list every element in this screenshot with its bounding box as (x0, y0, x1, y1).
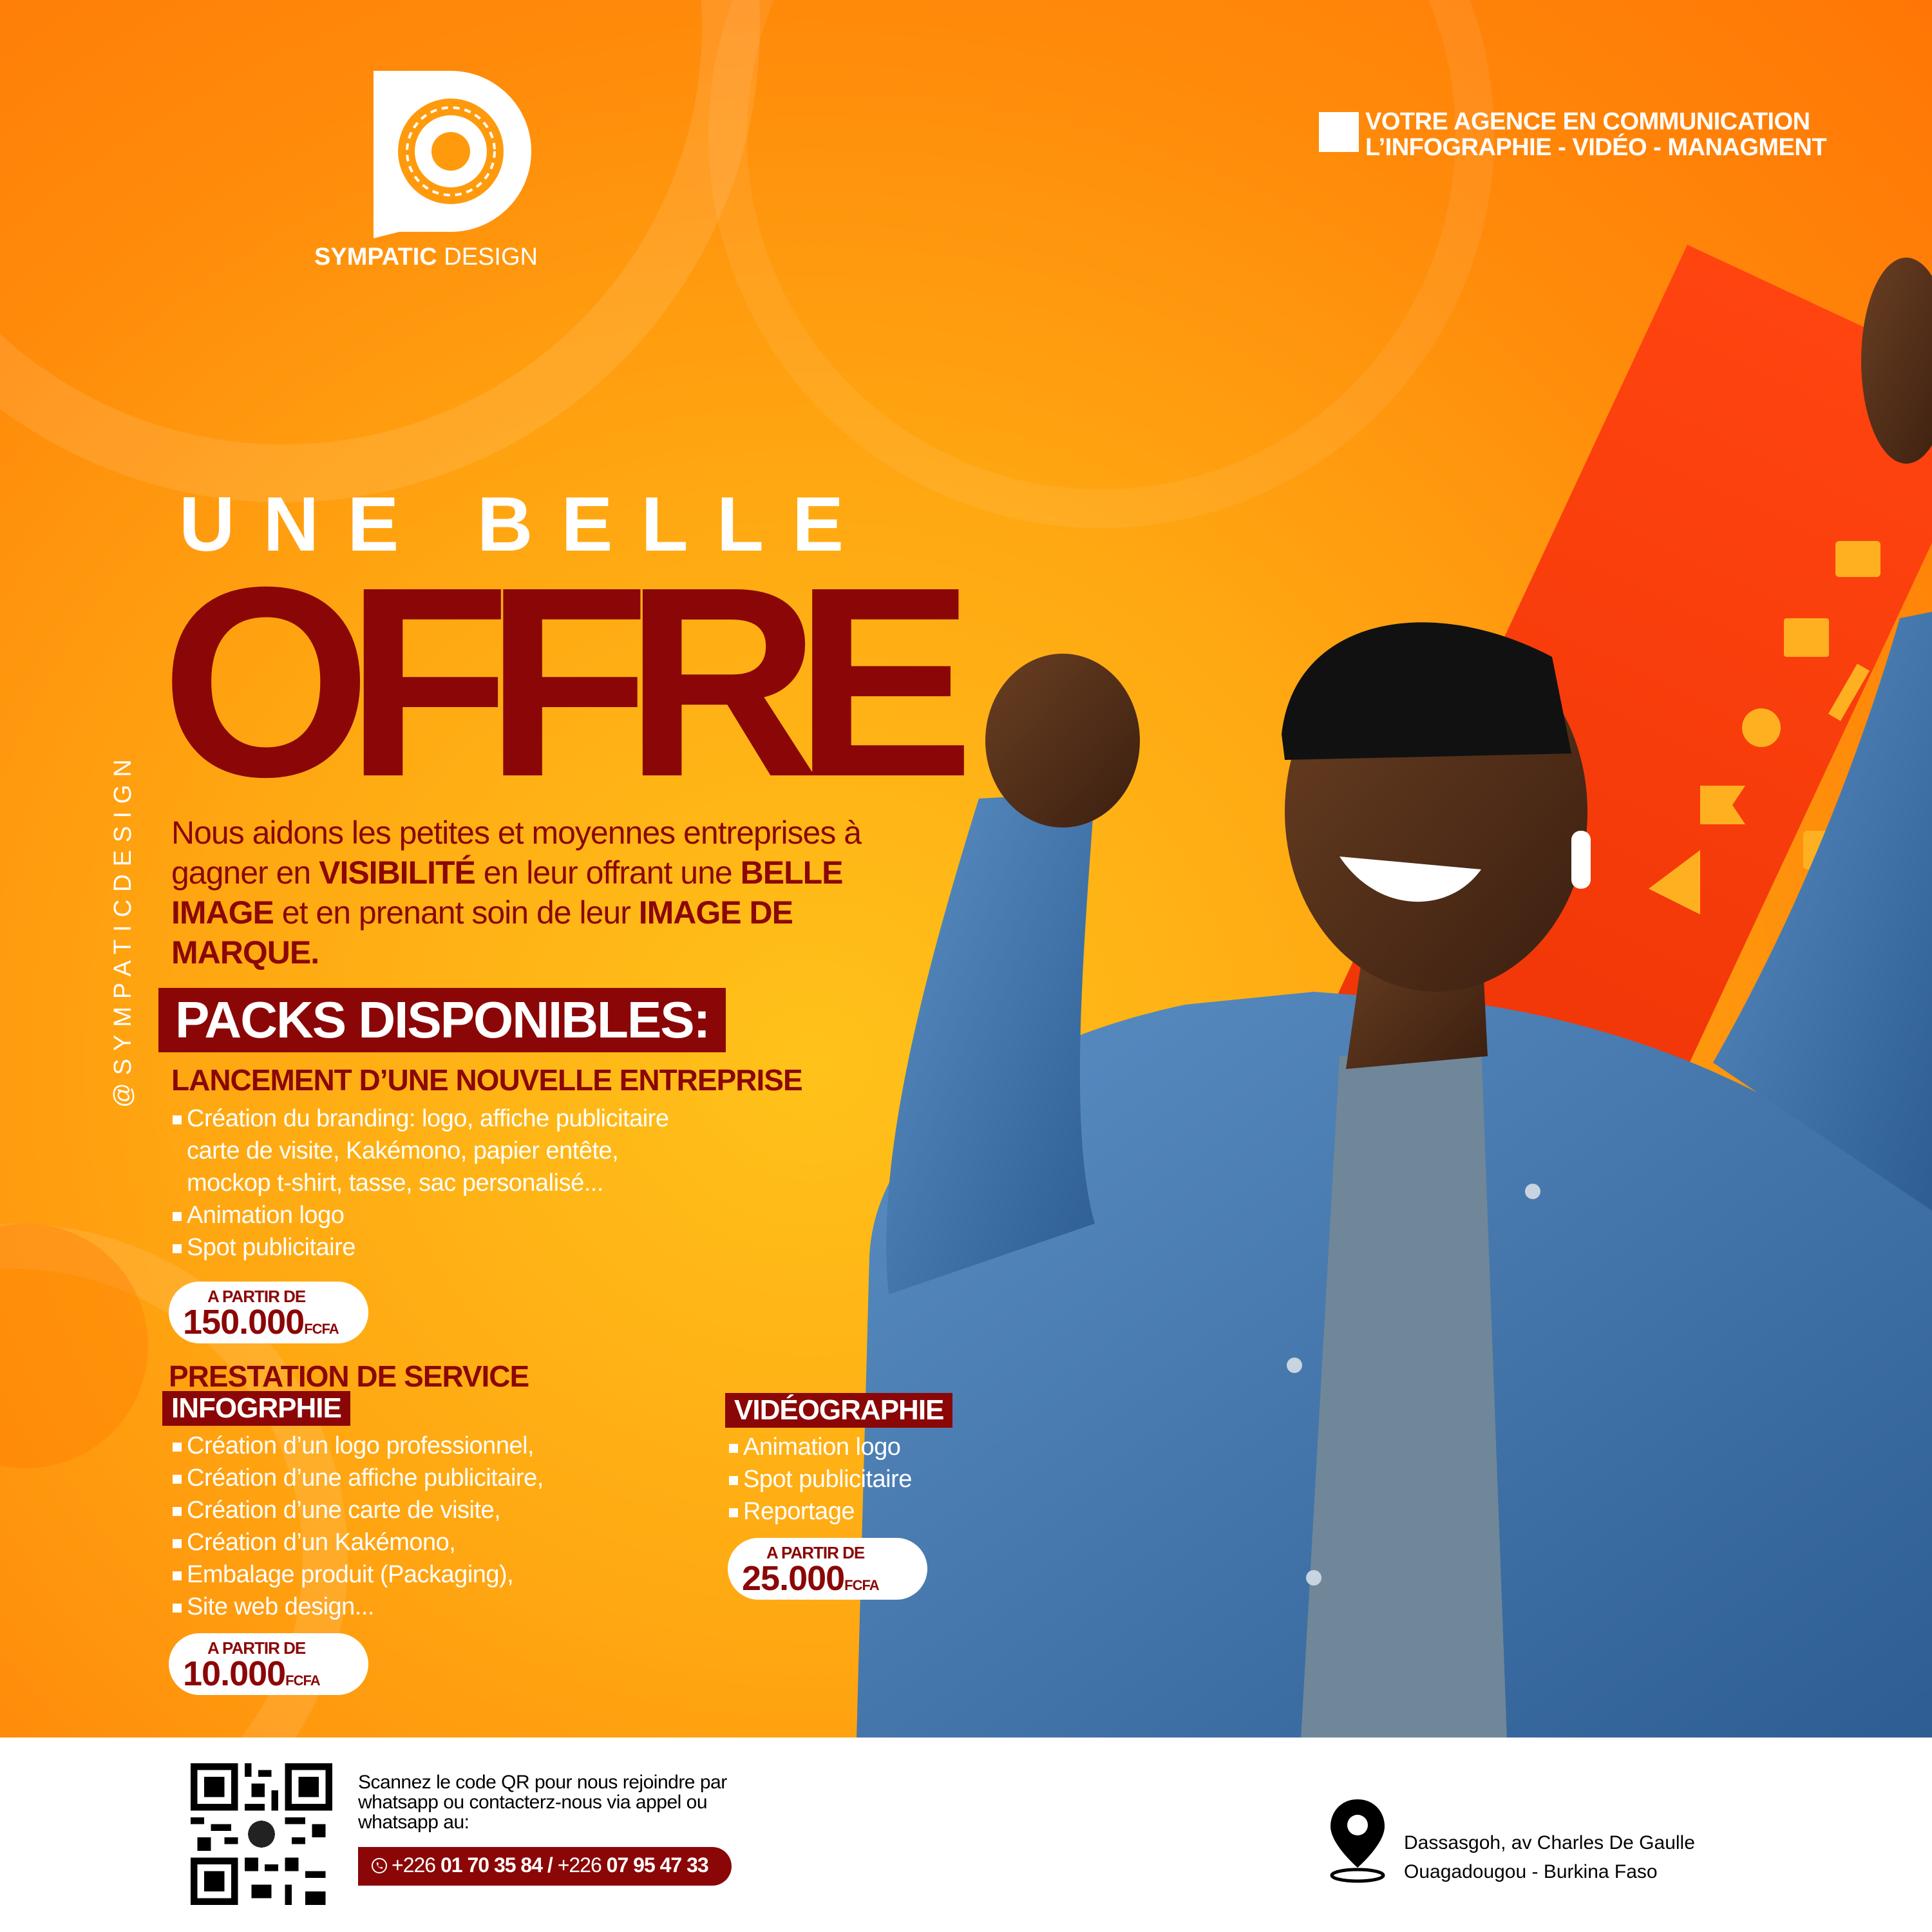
list-item: Embalage produit (Packaging), (171, 1558, 544, 1591)
list-item: mockop t-shirt, tasse, sac personalisé..… (187, 1170, 603, 1197)
bullet-icon (173, 1475, 182, 1484)
packs-title: PACKS DISPONIBLES: (158, 988, 726, 1052)
list-item: Reportage (728, 1495, 912, 1528)
bullet-icon (173, 1443, 182, 1452)
bullet-icon (173, 1115, 182, 1124)
bullet-icon (173, 1571, 182, 1580)
list-item: Création du branding: logo, affiche publ… (171, 1103, 669, 1135)
phone-bar[interactable]: +226 01 70 35 84 / +226 07 95 47 33 (358, 1847, 732, 1886)
bullet-icon (173, 1604, 182, 1613)
infographie-badge: INFOGRPHIE (162, 1391, 350, 1426)
list-item: carte de visite, Kakémono, papier entête… (187, 1137, 619, 1164)
bullet-icon (173, 1212, 182, 1221)
bullet-icon (729, 1444, 738, 1453)
launch-price-pill: A PARTIR DE 150.000FCFA (169, 1282, 368, 1343)
bullet-icon (729, 1508, 738, 1517)
qr-instructions: Scannez le code QR pour nous rejoindre p… (358, 1772, 727, 1833)
videographie-list: Animation logo Spot publicitaire Reporta… (728, 1431, 912, 1528)
price-value: 10.000FCFA (183, 1654, 321, 1693)
intro-text-2: en leur offrant une (475, 855, 741, 891)
price-value: 25.000FCFA (742, 1559, 880, 1598)
service-title: PRESTATION DE SERVICE (169, 1359, 529, 1393)
address-line-1: Dassasgoh, av Charles De Gaulle (1404, 1832, 1695, 1853)
list-item: Animation logo (171, 1199, 668, 1231)
location-pin-icon (1330, 1799, 1385, 1883)
launch-pack-title: LANCEMENT D’UNE NOUVELLE ENTREPRISE (171, 1063, 803, 1097)
qr-code-icon[interactable] (191, 1763, 332, 1905)
bullet-icon (729, 1476, 738, 1485)
infographie-price-pill: A PARTIR DE 10.000FCFA (169, 1633, 368, 1695)
launch-pack-list: Création du branding: logo, affiche publ… (171, 1103, 669, 1264)
intro-paragraph: Nous aidons les petites et moyennes entr… (171, 813, 905, 972)
list-item: Animation logo (728, 1431, 912, 1463)
price-value: 150.000FCFA (183, 1303, 339, 1341)
list-item: Création d’un Kakémono, (171, 1526, 544, 1558)
bullet-icon (173, 1507, 182, 1516)
intro-text-3: et en prenant soin de leur (273, 895, 639, 931)
bullet-icon (173, 1244, 182, 1253)
videographie-price-pill: A PARTIR DE 25.000FCFA (728, 1538, 927, 1600)
list-item: Création d’une carte de visite, (171, 1494, 544, 1526)
list-item: Création d’un logo professionnel, (171, 1430, 544, 1462)
poster: @SYMPATICDESIGN SYMPATIC DESIGN VOTRE AG… (0, 0, 1932, 1932)
intro-bold-1: VISIBILITÉ (319, 855, 476, 891)
list-item: Spot publicitaire (171, 1231, 668, 1264)
list-item: Création d’une affiche publicitaire, (171, 1462, 544, 1494)
bullet-icon (173, 1539, 182, 1548)
infographie-list: Création d’un logo professionnel, Créati… (171, 1430, 544, 1623)
whatsapp-icon (372, 1858, 387, 1873)
list-item: Spot publicitaire (728, 1463, 912, 1495)
phone-numbers: +226 01 70 35 84 / +226 07 95 47 33 (392, 1853, 709, 1877)
address-line-2: Ouagadougou - Burkina Faso (1404, 1861, 1658, 1882)
list-item: Site web design... (171, 1591, 544, 1623)
videographie-badge: VIDÉOGRAPHIE (725, 1393, 953, 1428)
